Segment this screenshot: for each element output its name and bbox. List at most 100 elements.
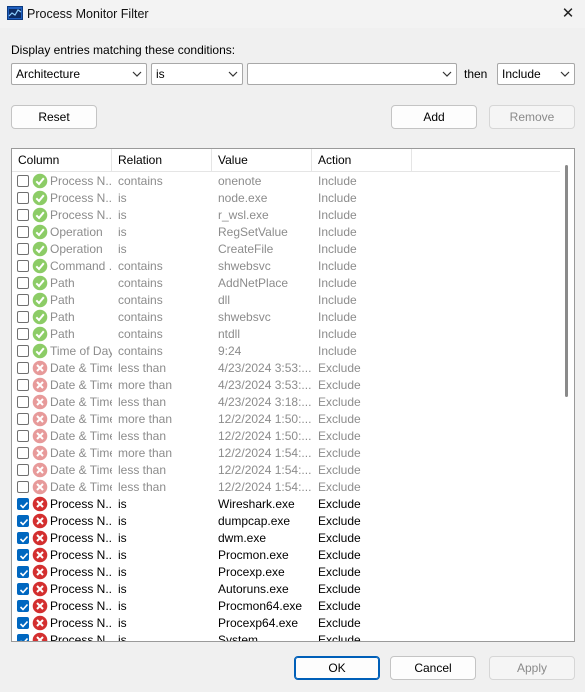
- table-row[interactable]: Operation is CreateFile Include: [12, 241, 560, 258]
- apply-button[interactable]: Apply: [489, 656, 575, 680]
- row-checkbox[interactable]: [17, 226, 29, 238]
- relation-combo[interactable]: is: [151, 63, 243, 85]
- cell-relation: less than: [118, 395, 167, 409]
- table-row[interactable]: Process N... is Procexp.exe Exclude: [12, 564, 560, 581]
- include-check-icon: [32, 326, 48, 342]
- row-checkbox[interactable]: [17, 362, 29, 374]
- cancel-button[interactable]: Cancel: [390, 656, 476, 680]
- filter-list[interactable]: Column Relation Value Action Process N..…: [11, 148, 575, 642]
- row-checkbox[interactable]: [17, 430, 29, 442]
- cell-column: Date & Time: [50, 429, 112, 443]
- include-check-icon: [32, 309, 48, 325]
- table-row[interactable]: Process N... is r_wsl.exe Include: [12, 207, 560, 224]
- row-checkbox[interactable]: [17, 311, 29, 323]
- table-row[interactable]: Process N... is Procmon64.exe Exclude: [12, 598, 560, 615]
- row-checkbox[interactable]: [17, 566, 29, 578]
- cell-column: Process N...: [50, 633, 112, 642]
- include-check-icon: [32, 343, 48, 359]
- header-relation[interactable]: Relation: [112, 149, 212, 172]
- header-column[interactable]: Column: [12, 149, 112, 172]
- list-rows: Process N... contains onenote Include Proces…: [12, 173, 560, 642]
- table-row[interactable]: Process N... is dwm.exe Exclude: [12, 530, 560, 547]
- table-row[interactable]: Path contains shwebsvc Include: [12, 309, 560, 326]
- row-checkbox[interactable]: [17, 464, 29, 476]
- table-row[interactable]: Path contains dll Include: [12, 292, 560, 309]
- table-row[interactable]: Date & Time more than 12/2/2024 1:54:... Ex…: [12, 445, 560, 462]
- cell-action: Exclude: [318, 514, 361, 528]
- cell-value: RegSetValue: [218, 225, 288, 239]
- ok-button[interactable]: OK: [294, 656, 380, 680]
- add-button[interactable]: Add: [391, 105, 477, 129]
- table-row[interactable]: Process N... contains onenote Include: [12, 173, 560, 190]
- action-combo[interactable]: Include: [497, 63, 575, 85]
- table-row[interactable]: Process N... is node.exe Include: [12, 190, 560, 207]
- column-combo[interactable]: Architecture: [11, 63, 147, 85]
- row-checkbox[interactable]: [17, 277, 29, 289]
- row-checkbox[interactable]: [17, 600, 29, 612]
- table-row[interactable]: Date & Time less than 12/2/2024 1:54:... Ex…: [12, 479, 560, 496]
- table-row[interactable]: Operation is RegSetValue Include: [12, 224, 560, 241]
- table-row[interactable]: Date & Time less than 4/23/2024 3:18:... Ex…: [12, 394, 560, 411]
- table-row[interactable]: Process N... is Autoruns.exe Exclude: [12, 581, 560, 598]
- row-checkbox[interactable]: [17, 583, 29, 595]
- column-combo-value: Architecture: [16, 67, 81, 81]
- cell-relation: more than: [118, 412, 173, 426]
- include-check-icon: [32, 241, 48, 257]
- table-row[interactable]: Date & Time less than 12/2/2024 1:50:... Ex…: [12, 428, 560, 445]
- row-checkbox[interactable]: [17, 532, 29, 544]
- cell-value: shwebsvc: [218, 259, 271, 273]
- row-checkbox[interactable]: [17, 345, 29, 357]
- row-checkbox[interactable]: [17, 481, 29, 493]
- table-row[interactable]: Process N... is Procexp64.exe Exclude: [12, 615, 560, 632]
- table-row[interactable]: Date & Time less than 12/2/2024 1:54:... Ex…: [12, 462, 560, 479]
- row-checkbox[interactable]: [17, 260, 29, 272]
- exclude-x-icon: [32, 496, 48, 512]
- table-row[interactable]: Process N... is Wireshark.exe Exclude: [12, 496, 560, 513]
- row-checkbox[interactable]: [17, 243, 29, 255]
- cell-column: Process N...: [50, 208, 112, 222]
- reset-button[interactable]: Reset: [11, 105, 97, 129]
- row-checkbox[interactable]: [17, 447, 29, 459]
- cell-column: Process N...: [50, 514, 112, 528]
- cell-value: AddNetPlace: [218, 276, 289, 290]
- table-row[interactable]: Path contains AddNetPlace Include: [12, 275, 560, 292]
- scrollbar-thumb[interactable]: [565, 165, 568, 397]
- row-checkbox[interactable]: [17, 192, 29, 204]
- row-checkbox[interactable]: [17, 634, 29, 641]
- table-row[interactable]: Process N... is Procmon.exe Exclude: [12, 547, 560, 564]
- row-checkbox[interactable]: [17, 515, 29, 527]
- table-row[interactable]: Process N... is System Exclude: [12, 632, 560, 642]
- row-checkbox[interactable]: [17, 379, 29, 391]
- window-title: Process Monitor Filter: [27, 7, 149, 21]
- chevron-down-icon: [228, 64, 238, 84]
- row-checkbox[interactable]: [17, 175, 29, 187]
- row-checkbox[interactable]: [17, 396, 29, 408]
- row-checkbox[interactable]: [17, 328, 29, 340]
- vertical-scrollbar[interactable]: [561, 150, 574, 640]
- cell-value: 12/2/2024 1:50:...: [218, 429, 312, 443]
- row-checkbox[interactable]: [17, 498, 29, 510]
- table-row[interactable]: Date & Time less than 4/23/2024 3:53:... Ex…: [12, 360, 560, 377]
- include-check-icon: [32, 190, 48, 206]
- table-row[interactable]: Date & Time more than 12/2/2024 1:50:... Ex…: [12, 411, 560, 428]
- table-row[interactable]: Path contains ntdll Include: [12, 326, 560, 343]
- cell-value: 9:24: [218, 344, 242, 358]
- value-combo[interactable]: [247, 63, 457, 85]
- row-checkbox[interactable]: [17, 413, 29, 425]
- exclude-x-icon: [32, 428, 48, 444]
- header-action[interactable]: Action: [312, 149, 412, 172]
- row-checkbox[interactable]: [17, 294, 29, 306]
- table-row[interactable]: Time of Day contains 9:24 Include: [12, 343, 560, 360]
- table-row[interactable]: Command ... contains shwebsvc Include: [12, 258, 560, 275]
- cell-relation: is: [118, 616, 127, 630]
- row-checkbox[interactable]: [17, 209, 29, 221]
- table-row[interactable]: Date & Time more than 4/23/2024 3:53:... Ex…: [12, 377, 560, 394]
- cell-value: Autoruns.exe: [218, 582, 289, 596]
- table-row[interactable]: Process N... is dumpcap.exe Exclude: [12, 513, 560, 530]
- row-checkbox[interactable]: [17, 617, 29, 629]
- row-checkbox[interactable]: [17, 549, 29, 561]
- close-icon[interactable]: ✕: [556, 3, 580, 25]
- remove-button[interactable]: Remove: [489, 105, 575, 129]
- header-value[interactable]: Value: [212, 149, 312, 172]
- cell-action: Include: [318, 276, 357, 290]
